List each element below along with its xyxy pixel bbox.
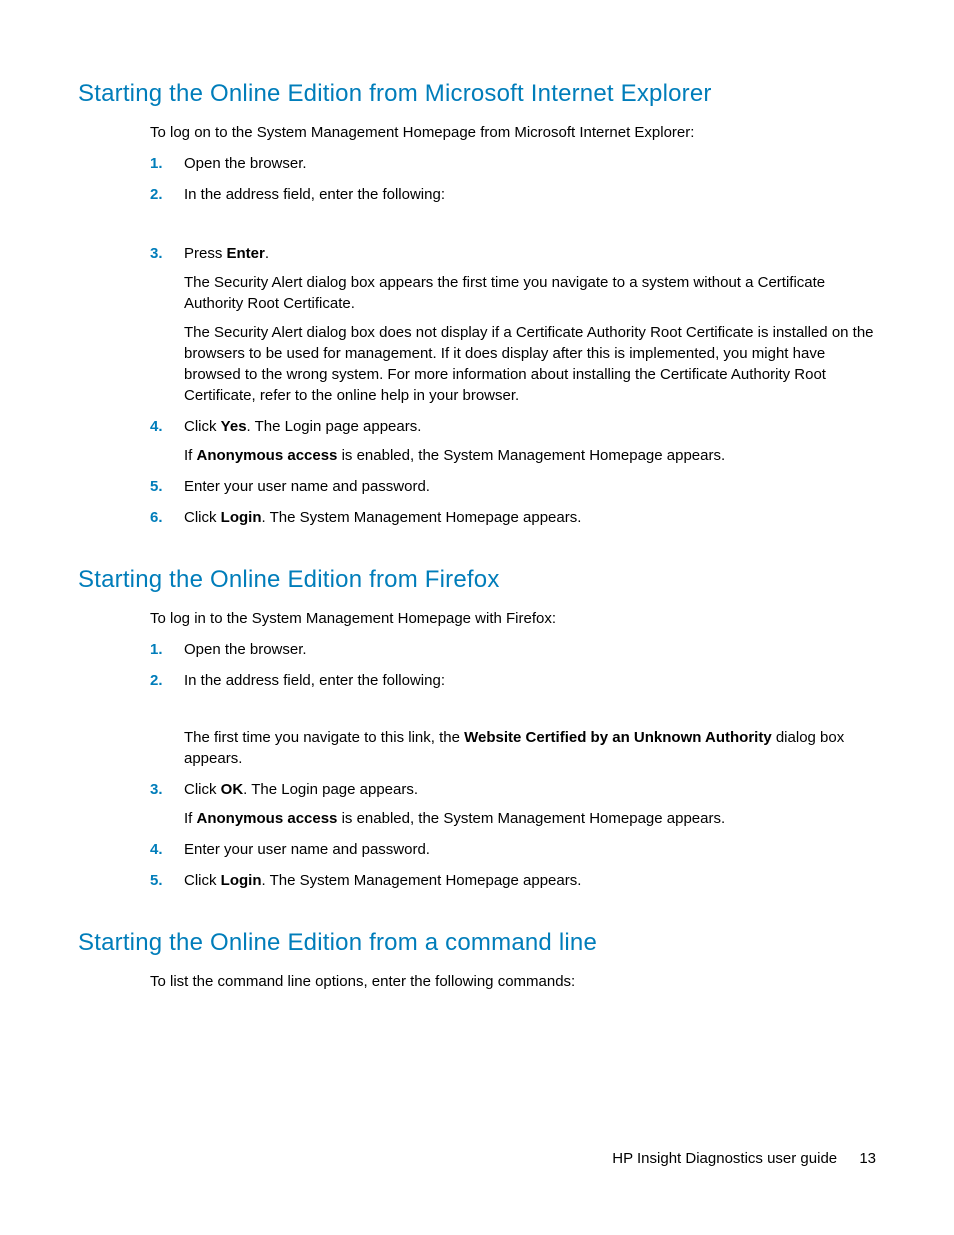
step-text: Open the browser. <box>184 641 307 658</box>
step-text: Open the browser. <box>184 155 307 172</box>
step-item: 3. Press Enter. The Security Alert dialo… <box>150 243 876 406</box>
step-text: Click Login. The System Management Homep… <box>184 872 581 889</box>
step-text: Click Yes. The Login page appears. <box>184 418 421 435</box>
document-page: Starting the Online Edition from Microso… <box>0 0 954 1235</box>
page-number: 13 <box>859 1150 876 1167</box>
step-item: 5. Enter your user name and password. <box>150 476 876 497</box>
step-number: 1. <box>150 153 163 174</box>
step-item: 1. Open the browser. <box>150 639 876 660</box>
intro-text-ie: To log on to the System Management Homep… <box>150 122 876 143</box>
step-number: 3. <box>150 779 163 800</box>
step-subtext: The Security Alert dialog box does not d… <box>184 322 876 406</box>
step-item: 4. Click Yes. The Login page appears. If… <box>150 416 876 466</box>
step-number: 2. <box>150 670 163 691</box>
section-heading-cmdline: Starting the Online Edition from a comma… <box>78 929 876 957</box>
step-number: 6. <box>150 507 163 528</box>
footer-title: HP Insight Diagnostics user guide <box>612 1150 837 1167</box>
step-text: Enter your user name and password. <box>184 478 430 495</box>
blank-space <box>184 205 876 233</box>
steps-list-ie: 1. Open the browser. 2. In the address f… <box>150 153 876 528</box>
blank-space <box>184 691 876 719</box>
step-number: 3. <box>150 243 163 264</box>
step-item: 4. Enter your user name and password. <box>150 839 876 860</box>
step-item: 1. Open the browser. <box>150 153 876 174</box>
step-text: Press Enter. <box>184 245 269 262</box>
step-text: Click Login. The System Management Homep… <box>184 509 581 526</box>
step-text: In the address field, enter the followin… <box>184 186 445 203</box>
step-subtext: If Anonymous access is enabled, the Syst… <box>184 808 876 829</box>
intro-text-firefox: To log in to the System Management Homep… <box>150 608 876 629</box>
step-text: Click OK. The Login page appears. <box>184 781 418 798</box>
step-item: 2. In the address field, enter the follo… <box>150 670 876 769</box>
steps-list-firefox: 1. Open the browser. 2. In the address f… <box>150 639 876 891</box>
section-heading-ie: Starting the Online Edition from Microso… <box>78 80 876 108</box>
page-footer: HP Insight Diagnostics user guide 13 <box>612 1150 876 1167</box>
step-number: 4. <box>150 839 163 860</box>
step-subtext: The first time you navigate to this link… <box>184 727 876 769</box>
step-item: 5. Click Login. The System Management Ho… <box>150 870 876 891</box>
step-text: Enter your user name and password. <box>184 841 430 858</box>
step-item: 6. Click Login. The System Management Ho… <box>150 507 876 528</box>
section-heading-firefox: Starting the Online Edition from Firefox <box>78 566 876 594</box>
step-item: 3. Click OK. The Login page appears. If … <box>150 779 876 829</box>
step-subtext: If Anonymous access is enabled, the Syst… <box>184 445 876 466</box>
step-subtext: The Security Alert dialog box appears th… <box>184 272 876 314</box>
step-number: 5. <box>150 870 163 891</box>
step-number: 1. <box>150 639 163 660</box>
step-number: 2. <box>150 184 163 205</box>
intro-text-cmdline: To list the command line options, enter … <box>150 971 876 992</box>
step-number: 5. <box>150 476 163 497</box>
step-item: 2. In the address field, enter the follo… <box>150 184 876 233</box>
step-text: In the address field, enter the followin… <box>184 672 445 689</box>
step-number: 4. <box>150 416 163 437</box>
